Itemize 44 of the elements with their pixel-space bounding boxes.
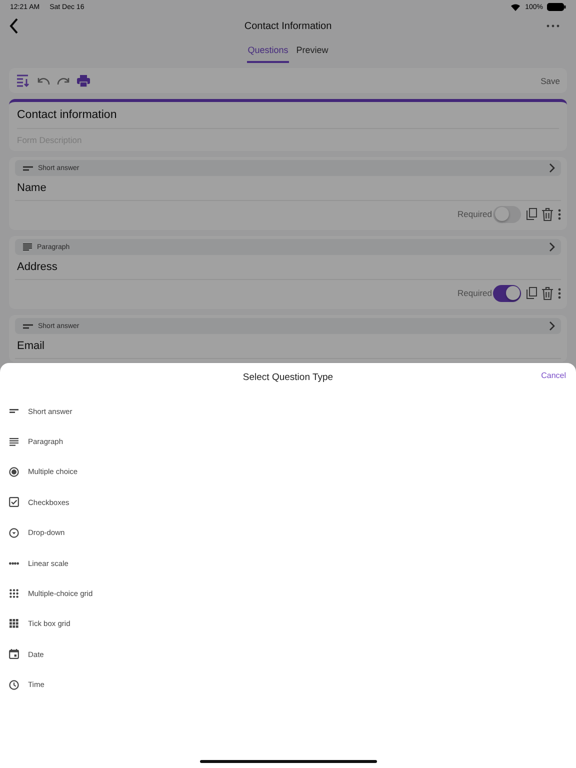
required-switch[interactable] xyxy=(493,206,521,222)
grid-icon xyxy=(9,589,19,598)
print-icon[interactable] xyxy=(77,74,90,86)
wifi-icon xyxy=(510,3,522,11)
required-switch[interactable] xyxy=(493,284,521,302)
dropdown-icon xyxy=(9,528,19,538)
short-text-icon xyxy=(9,409,19,414)
more-icon[interactable] xyxy=(546,24,560,28)
clock-icon xyxy=(9,680,19,690)
short-text-icon xyxy=(23,324,33,328)
battery-icon xyxy=(547,3,566,11)
sort-icon[interactable] xyxy=(16,74,30,87)
dots-icon xyxy=(9,562,19,565)
paragraph-icon xyxy=(9,438,19,446)
save-button[interactable]: Save xyxy=(540,76,560,86)
question-title[interactable]: Address xyxy=(15,255,561,280)
redo-icon[interactable] xyxy=(57,76,70,84)
cancel-button[interactable]: Cancel xyxy=(541,371,566,380)
tab[interactable]: Preview xyxy=(295,38,330,63)
chevron-right-icon xyxy=(549,242,555,252)
required-label: Required xyxy=(458,288,492,298)
copy-icon[interactable] xyxy=(526,208,537,220)
question-title[interactable]: Email xyxy=(15,334,561,359)
page-title: Contact Information xyxy=(244,20,332,32)
trash-icon[interactable] xyxy=(542,286,553,300)
sheet-title: Select Question Type xyxy=(242,372,334,382)
form-title[interactable]: Contact information xyxy=(17,102,559,129)
paragraph-icon xyxy=(23,243,32,251)
required-label: Required xyxy=(458,209,492,219)
calendar-icon xyxy=(9,649,19,660)
tab[interactable]: Questions xyxy=(246,38,290,63)
question-title[interactable]: Name xyxy=(15,176,561,201)
chevron-right-icon xyxy=(549,163,555,173)
back-icon[interactable] xyxy=(9,18,19,34)
copy-icon[interactable] xyxy=(526,287,537,299)
checkbox-icon xyxy=(9,497,19,508)
chevron-right-icon xyxy=(549,321,555,331)
undo-icon[interactable] xyxy=(37,76,50,84)
radio-icon xyxy=(9,466,19,477)
more-vertical-icon[interactable] xyxy=(558,208,561,220)
short-text-icon xyxy=(23,166,33,170)
trash-icon[interactable] xyxy=(542,208,553,220)
grid-icon xyxy=(9,619,19,628)
more-vertical-icon[interactable] xyxy=(558,288,561,298)
